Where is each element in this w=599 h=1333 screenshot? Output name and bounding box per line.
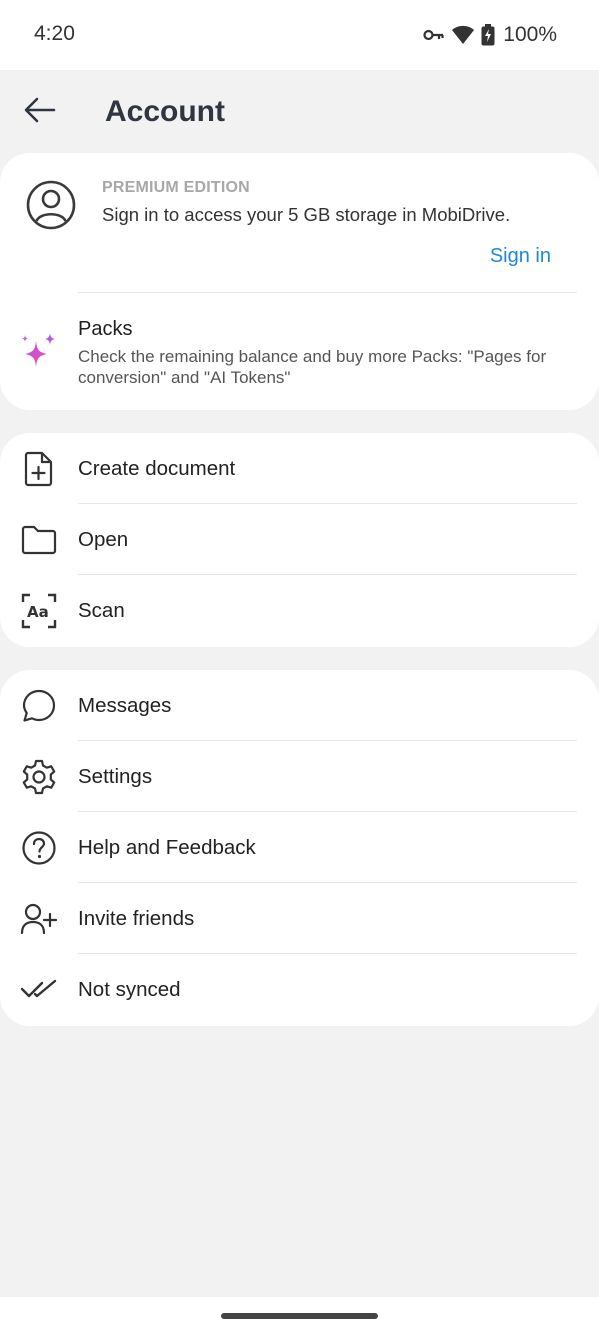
chat-bubble-icon (20, 687, 58, 725)
svg-text:Aa: Aa (27, 603, 49, 621)
add-user-icon (20, 900, 58, 938)
menu-item-settings[interactable]: Settings (0, 741, 599, 812)
packs-description: Check the remaining balance and buy more… (78, 347, 547, 387)
new-document-icon (20, 450, 58, 488)
status-bar: 4:20 100% (0, 0, 599, 70)
sign-in-button[interactable]: Sign in (490, 245, 551, 268)
battery-percent: 100% (503, 23, 557, 46)
menu-item-not-synced[interactable]: Not synced (0, 954, 599, 1025)
menu-item-messages[interactable]: Messages (0, 670, 599, 741)
back-button[interactable] (16, 90, 64, 134)
menu-item-open[interactable]: Open (0, 504, 599, 575)
menu-label: Invite friends (78, 907, 195, 930)
menu-label: Help and Feedback (78, 836, 256, 859)
double-check-icon (20, 971, 58, 1009)
sparkles-icon (20, 333, 58, 371)
status-icons: 100% (423, 22, 557, 48)
avatar-icon (26, 180, 76, 230)
system-nav-bar (0, 1297, 599, 1333)
packs-title: Packs (78, 318, 133, 340)
gear-icon (20, 758, 58, 796)
misc-card: Messages Settings Help and Feedback Invi… (0, 670, 599, 1026)
page-title: Account (105, 95, 225, 128)
app-bar: Account (0, 70, 599, 154)
help-circle-icon (20, 829, 58, 867)
menu-item-invite-friends[interactable]: Invite friends (0, 883, 599, 954)
menu-item-create-document[interactable]: Create document (0, 433, 599, 504)
status-time: 4:20 (34, 22, 75, 45)
battery-charging-icon (481, 24, 495, 46)
menu-label: Settings (78, 765, 153, 788)
menu-label: Not synced (78, 978, 181, 1001)
documents-card: Create document Open Aa Scan (0, 433, 599, 647)
menu-label: Open (78, 528, 129, 551)
vpn-key-icon (423, 28, 445, 42)
wifi-icon (451, 25, 475, 45)
scan-text-icon: Aa (20, 592, 58, 630)
premium-edition-label: PREMIUM EDITION (102, 179, 250, 196)
home-gesture-handle[interactable] (221, 1313, 378, 1319)
arrow-back-icon (24, 97, 56, 128)
menu-item-scan[interactable]: Aa Scan (0, 575, 599, 646)
menu-label: Scan (78, 599, 125, 622)
packs-item[interactable]: Packs Check the remaining balance and bu… (0, 293, 599, 410)
menu-item-help[interactable]: Help and Feedback (0, 812, 599, 883)
menu-label: Messages (78, 694, 172, 717)
storage-description: Sign in to access your 5 GB storage in M… (102, 204, 511, 225)
folder-icon (20, 521, 58, 559)
account-card: PREMIUM EDITION Sign in to access your 5… (0, 153, 599, 410)
menu-label: Create document (78, 457, 236, 480)
